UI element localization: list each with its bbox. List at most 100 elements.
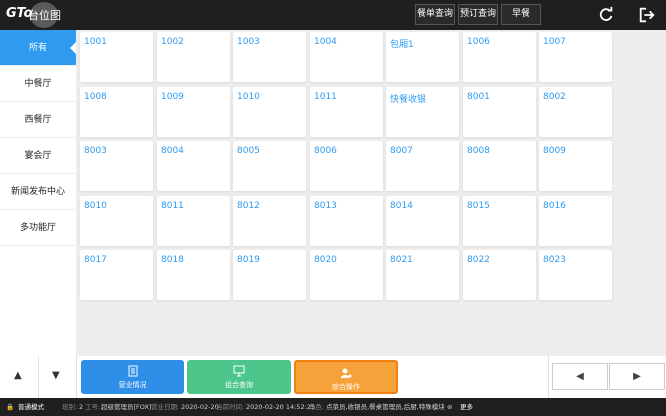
refresh-icon[interactable] bbox=[597, 6, 615, 24]
worker-value: 超级管理员[FOX] bbox=[101, 403, 152, 411]
sidebar-item-chinese-restaurant[interactable]: 中餐厅 bbox=[0, 66, 76, 102]
table-number: 8021 bbox=[390, 255, 413, 265]
area-sidebar: 所有 中餐厅 西餐厅 宴会厅 新闻发布中心 多功能厅 bbox=[0, 30, 76, 356]
table-number: 8017 bbox=[84, 255, 107, 265]
divider bbox=[38, 356, 39, 398]
table-number: 8002 bbox=[543, 92, 566, 102]
worker-label: 工号: bbox=[85, 403, 101, 411]
table-number: 1010 bbox=[237, 92, 260, 102]
table-tile[interactable]: 8003 bbox=[80, 141, 153, 191]
table-number: 8007 bbox=[390, 146, 413, 156]
divider bbox=[548, 356, 549, 398]
table-number: 8020 bbox=[314, 255, 337, 265]
table-number: 1008 bbox=[84, 92, 107, 102]
table-tile[interactable]: 1002 bbox=[157, 32, 230, 82]
table-number: 1007 bbox=[543, 37, 566, 47]
business-status-button[interactable]: 营业情况 bbox=[81, 360, 184, 394]
combo-query-button[interactable]: 组合查询 bbox=[187, 360, 291, 394]
table-tile[interactable]: 8019 bbox=[233, 250, 306, 300]
table-tile[interactable]: 1004 bbox=[310, 32, 383, 82]
table-tile[interactable]: 8017 bbox=[80, 250, 153, 300]
table-tile[interactable]: 1006 bbox=[463, 32, 536, 82]
table-tile[interactable]: 8010 bbox=[80, 196, 153, 246]
table-number: 1003 bbox=[237, 37, 260, 47]
table-number: 8015 bbox=[467, 201, 490, 211]
more-link[interactable]: 更多 bbox=[460, 398, 473, 416]
table-tile[interactable]: 快餐收银 bbox=[386, 87, 459, 137]
table-number: 8016 bbox=[543, 201, 566, 211]
bottom-toolbar: ▲ ▼ 营业情况 组合查询 综合操作 ◀ ▶ bbox=[0, 356, 666, 398]
table-number: 8010 bbox=[84, 201, 107, 211]
breakfast-button[interactable]: 早餐 bbox=[501, 4, 541, 25]
table-tile[interactable]: 8005 bbox=[233, 141, 306, 191]
role-label: 角色: bbox=[309, 403, 325, 411]
role-value: 点菜员,收银员,餐桌管理员,后厨,特殊模块 bbox=[326, 403, 445, 411]
scroll-up-button[interactable]: ▲ bbox=[14, 370, 22, 381]
table-tile[interactable]: 8012 bbox=[233, 196, 306, 246]
table-tile[interactable]: 1010 bbox=[233, 87, 306, 137]
table-tile[interactable]: 8001 bbox=[463, 87, 536, 137]
table-number: 8006 bbox=[314, 146, 337, 156]
table-number: 1006 bbox=[467, 37, 490, 47]
table-tile[interactable]: 8014 bbox=[386, 196, 459, 246]
table-tile[interactable]: 8016 bbox=[539, 196, 612, 246]
table-number: 8019 bbox=[237, 255, 260, 265]
business-date-value: 2020-02-20 bbox=[181, 403, 219, 411]
table-number: 8001 bbox=[467, 92, 490, 102]
prev-page-button[interactable]: ◀ bbox=[552, 363, 608, 390]
mode-label: 普通模式 bbox=[18, 403, 44, 411]
table-tile[interactable]: 1009 bbox=[157, 87, 230, 137]
table-tile[interactable]: 8011 bbox=[157, 196, 230, 246]
table-number: 8023 bbox=[543, 255, 566, 265]
table-tile[interactable]: 8004 bbox=[157, 141, 230, 191]
menu-query-button[interactable]: 餐单查询 bbox=[415, 4, 455, 25]
combo-query-label: 组合查询 bbox=[225, 381, 253, 389]
logout-icon[interactable] bbox=[638, 6, 656, 24]
table-tile[interactable]: 8020 bbox=[310, 250, 383, 300]
table-number: 快餐收银 bbox=[390, 95, 427, 105]
sidebar-item-press-center[interactable]: 新闻发布中心 bbox=[0, 174, 76, 210]
table-tile[interactable]: 8002 bbox=[539, 87, 612, 137]
table-tile[interactable]: 1007 bbox=[539, 32, 612, 82]
table-number: 包厢1 bbox=[390, 40, 414, 50]
table-tile[interactable]: 8018 bbox=[157, 250, 230, 300]
table-tile[interactable]: 1011 bbox=[310, 87, 383, 137]
table-tile[interactable]: 8022 bbox=[463, 250, 536, 300]
table-tile[interactable]: 8006 bbox=[310, 141, 383, 191]
table-number: 8003 bbox=[84, 146, 107, 156]
sidebar-item-banquet-hall[interactable]: 宴会厅 bbox=[0, 138, 76, 174]
table-number: 8009 bbox=[543, 146, 566, 156]
table-number: 8012 bbox=[237, 201, 260, 211]
combo-ops-button[interactable]: 综合操作 bbox=[294, 360, 398, 394]
table-tile[interactable]: 8023 bbox=[539, 250, 612, 300]
table-tile[interactable]: 8015 bbox=[463, 196, 536, 246]
table-tile[interactable]: 1001 bbox=[80, 32, 153, 82]
business-date-label: 营业日期: bbox=[151, 403, 180, 411]
sidebar-item-western-restaurant[interactable]: 西餐厅 bbox=[0, 102, 76, 138]
divider bbox=[76, 356, 77, 398]
table-tile[interactable]: 8013 bbox=[310, 196, 383, 246]
shift-value: 2 bbox=[79, 403, 84, 411]
table-number: 1001 bbox=[84, 37, 107, 47]
scroll-down-button[interactable]: ▼ bbox=[52, 370, 60, 381]
current-time-label: 当前时间: bbox=[216, 403, 245, 411]
table-tile[interactable]: 1008 bbox=[80, 87, 153, 137]
lock-icon: 🔒 bbox=[6, 403, 15, 411]
page-title: 台位图 bbox=[28, 9, 61, 22]
table-number: 8008 bbox=[467, 146, 490, 156]
more-icon[interactable]: ⊜ bbox=[447, 398, 452, 416]
table-tile[interactable]: 8007 bbox=[386, 141, 459, 191]
table-tile[interactable]: 1003 bbox=[233, 32, 306, 82]
table-number: 1004 bbox=[314, 37, 337, 47]
table-grid: 1001 1002 1003 1004 包厢1 1006 1007 1008 1… bbox=[80, 32, 616, 302]
table-tile[interactable]: 8008 bbox=[463, 141, 536, 191]
reservation-query-button[interactable]: 预订查询 bbox=[458, 4, 498, 25]
table-tile[interactable]: 8021 bbox=[386, 250, 459, 300]
table-tile[interactable]: 8009 bbox=[539, 141, 612, 191]
sidebar-item-multifunction-hall[interactable]: 多功能厅 bbox=[0, 210, 76, 246]
table-tile[interactable]: 包厢1 bbox=[386, 32, 459, 82]
monitor-icon bbox=[233, 365, 245, 377]
business-status-label: 营业情况 bbox=[118, 381, 147, 389]
next-page-button[interactable]: ▶ bbox=[609, 363, 665, 390]
sidebar-item-all[interactable]: 所有 bbox=[0, 30, 76, 66]
